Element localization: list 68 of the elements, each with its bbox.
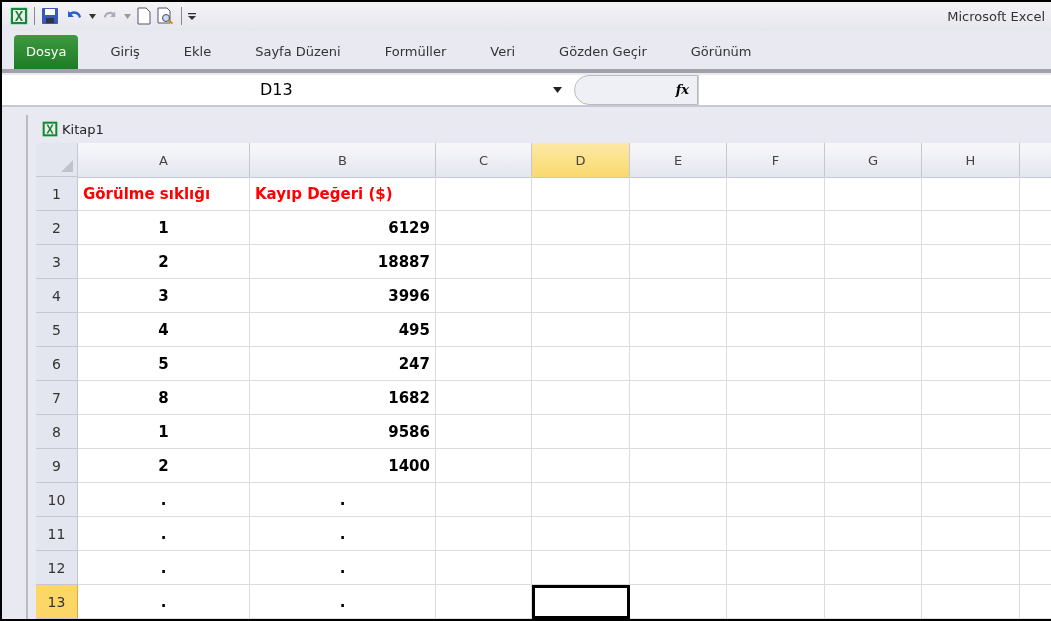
row-header[interactable]: 6 bbox=[36, 347, 78, 381]
table-cell: . bbox=[250, 517, 436, 551]
ribbon-tab[interactable]: Ekle bbox=[161, 34, 234, 69]
ribbon-tab[interactable]: Gözden Geçir bbox=[537, 34, 669, 69]
customize-menu-icon[interactable] bbox=[188, 11, 196, 21]
row-header[interactable]: 11 bbox=[36, 517, 78, 551]
table-cell: . bbox=[78, 585, 250, 619]
table-cell: 495 bbox=[250, 313, 436, 347]
row-header[interactable]: 12 bbox=[36, 551, 78, 585]
table-cell: 247 bbox=[250, 347, 436, 381]
row-header[interactable]: 3 bbox=[36, 245, 78, 279]
table-cell: . bbox=[78, 517, 250, 551]
name-box[interactable]: D13 bbox=[2, 74, 574, 105]
column-header[interactable]: D bbox=[532, 143, 630, 178]
window-title: Microsoft Excel bbox=[947, 8, 1045, 24]
table-cell: 9586 bbox=[250, 415, 436, 449]
insert-function-button[interactable]: fx bbox=[574, 74, 698, 105]
ribbon-tab[interactable]: Formüller bbox=[362, 34, 469, 69]
table-cell: 4 bbox=[78, 313, 250, 347]
workbook-title: Kitap1 bbox=[62, 121, 104, 137]
table-cell: 18887 bbox=[250, 245, 436, 279]
row-header[interactable]: 4 bbox=[36, 279, 78, 313]
table-cell: 6129 bbox=[250, 211, 436, 245]
table-cell: 5 bbox=[78, 347, 250, 381]
table-cell: . bbox=[250, 551, 436, 585]
spreadsheet-icon bbox=[10, 7, 28, 26]
table-cell: . bbox=[250, 483, 436, 517]
table-cell: 1 bbox=[78, 211, 250, 245]
ribbon-tab[interactable]: Görünüm bbox=[668, 34, 774, 69]
ribbon-tab[interactable]: Dosya bbox=[14, 34, 79, 69]
column-header[interactable]: G bbox=[825, 143, 922, 178]
column-header[interactable]: H bbox=[922, 143, 1020, 178]
row-header[interactable]: 13 bbox=[36, 585, 78, 619]
table-cell: Kayıp Değeri ($) bbox=[250, 177, 436, 211]
ribbon-tab[interactable]: Giriş bbox=[88, 34, 162, 69]
table-cell: 1 bbox=[78, 415, 250, 449]
table-cell: 1400 bbox=[250, 449, 436, 483]
row-header[interactable]: 10 bbox=[36, 483, 78, 517]
column-header[interactable]: F bbox=[727, 143, 825, 178]
save-icon[interactable] bbox=[41, 7, 59, 26]
column-header[interactable]: B bbox=[250, 143, 436, 178]
row-header[interactable]: 8 bbox=[36, 415, 78, 449]
row-header[interactable]: 1 bbox=[36, 177, 78, 211]
triangle-icon bbox=[61, 160, 73, 172]
column-header[interactable]: E bbox=[630, 143, 727, 178]
column-header[interactable]: A bbox=[78, 143, 250, 178]
table-cell: 2 bbox=[78, 245, 250, 279]
table-cell: 2 bbox=[78, 449, 250, 483]
row-header[interactable]: 9 bbox=[36, 449, 78, 483]
row-header[interactable]: 2 bbox=[36, 211, 78, 245]
table-cell: . bbox=[250, 585, 436, 619]
row-header[interactable]: 5 bbox=[36, 313, 78, 347]
table-cell: . bbox=[78, 483, 250, 517]
table-cell: 3 bbox=[78, 279, 250, 313]
table-cell: 8 bbox=[78, 381, 250, 415]
table-cell: . bbox=[78, 551, 250, 585]
spreadsheet-icon bbox=[42, 121, 58, 137]
caret-icon[interactable] bbox=[553, 86, 562, 93]
table-cell: 1682 bbox=[250, 381, 436, 415]
table-cell: 3996 bbox=[250, 279, 436, 313]
ribbon-tab[interactable]: Veri bbox=[468, 34, 538, 69]
ribbon-tab[interactable]: Sayfa Düzeni bbox=[233, 34, 363, 69]
row-header[interactable]: 7 bbox=[36, 381, 78, 415]
print-preview-icon[interactable] bbox=[157, 7, 175, 26]
column-header[interactable]: C bbox=[436, 143, 532, 178]
caret-icon[interactable] bbox=[89, 13, 96, 19]
document-icon[interactable] bbox=[137, 7, 151, 26]
table-cell: Görülme sıklığı bbox=[78, 177, 250, 211]
